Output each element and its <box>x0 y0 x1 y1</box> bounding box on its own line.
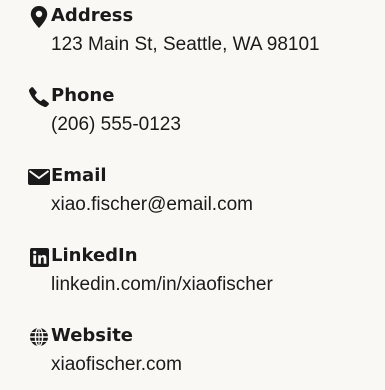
contact-value-linkedin[interactable]: linkedin.com/in/xiaofischer <box>51 273 273 297</box>
contact-value-phone: (206) 555-0123 <box>51 114 181 135</box>
contact-value-email[interactable]: xiao.fischer@email.com <box>51 193 253 217</box>
contact-item-email: Email xiao.fischer@email.com <box>0 160 385 230</box>
envelope-icon <box>28 166 50 188</box>
contact-item-website: Website xiaofischer.com <box>0 320 385 390</box>
phone-icon <box>28 86 50 108</box>
contact-item-phone: Phone (206) 555-0123 <box>0 80 385 150</box>
contact-label-website: Website <box>51 325 134 346</box>
globe-icon <box>28 326 50 348</box>
contact-item-address: Address 123 Main St, Seattle, WA 98101 <box>0 0 385 70</box>
contact-label-phone: Phone <box>51 85 115 106</box>
contact-list: Address 123 Main St, Seattle, WA 98101 P… <box>0 0 385 385</box>
map-pin-icon <box>28 6 50 28</box>
contact-label-address: Address <box>51 5 134 26</box>
contact-label-linkedin: LinkedIn <box>51 245 138 266</box>
linkedin-icon <box>28 246 50 268</box>
contact-label-email: Email <box>51 165 107 186</box>
contact-value-website[interactable]: xiaofischer.com <box>51 353 182 377</box>
contact-value-address: 123 Main St, Seattle, WA 98101 <box>51 34 320 55</box>
contact-item-linkedin: LinkedIn linkedin.com/in/xiaofischer <box>0 240 385 310</box>
